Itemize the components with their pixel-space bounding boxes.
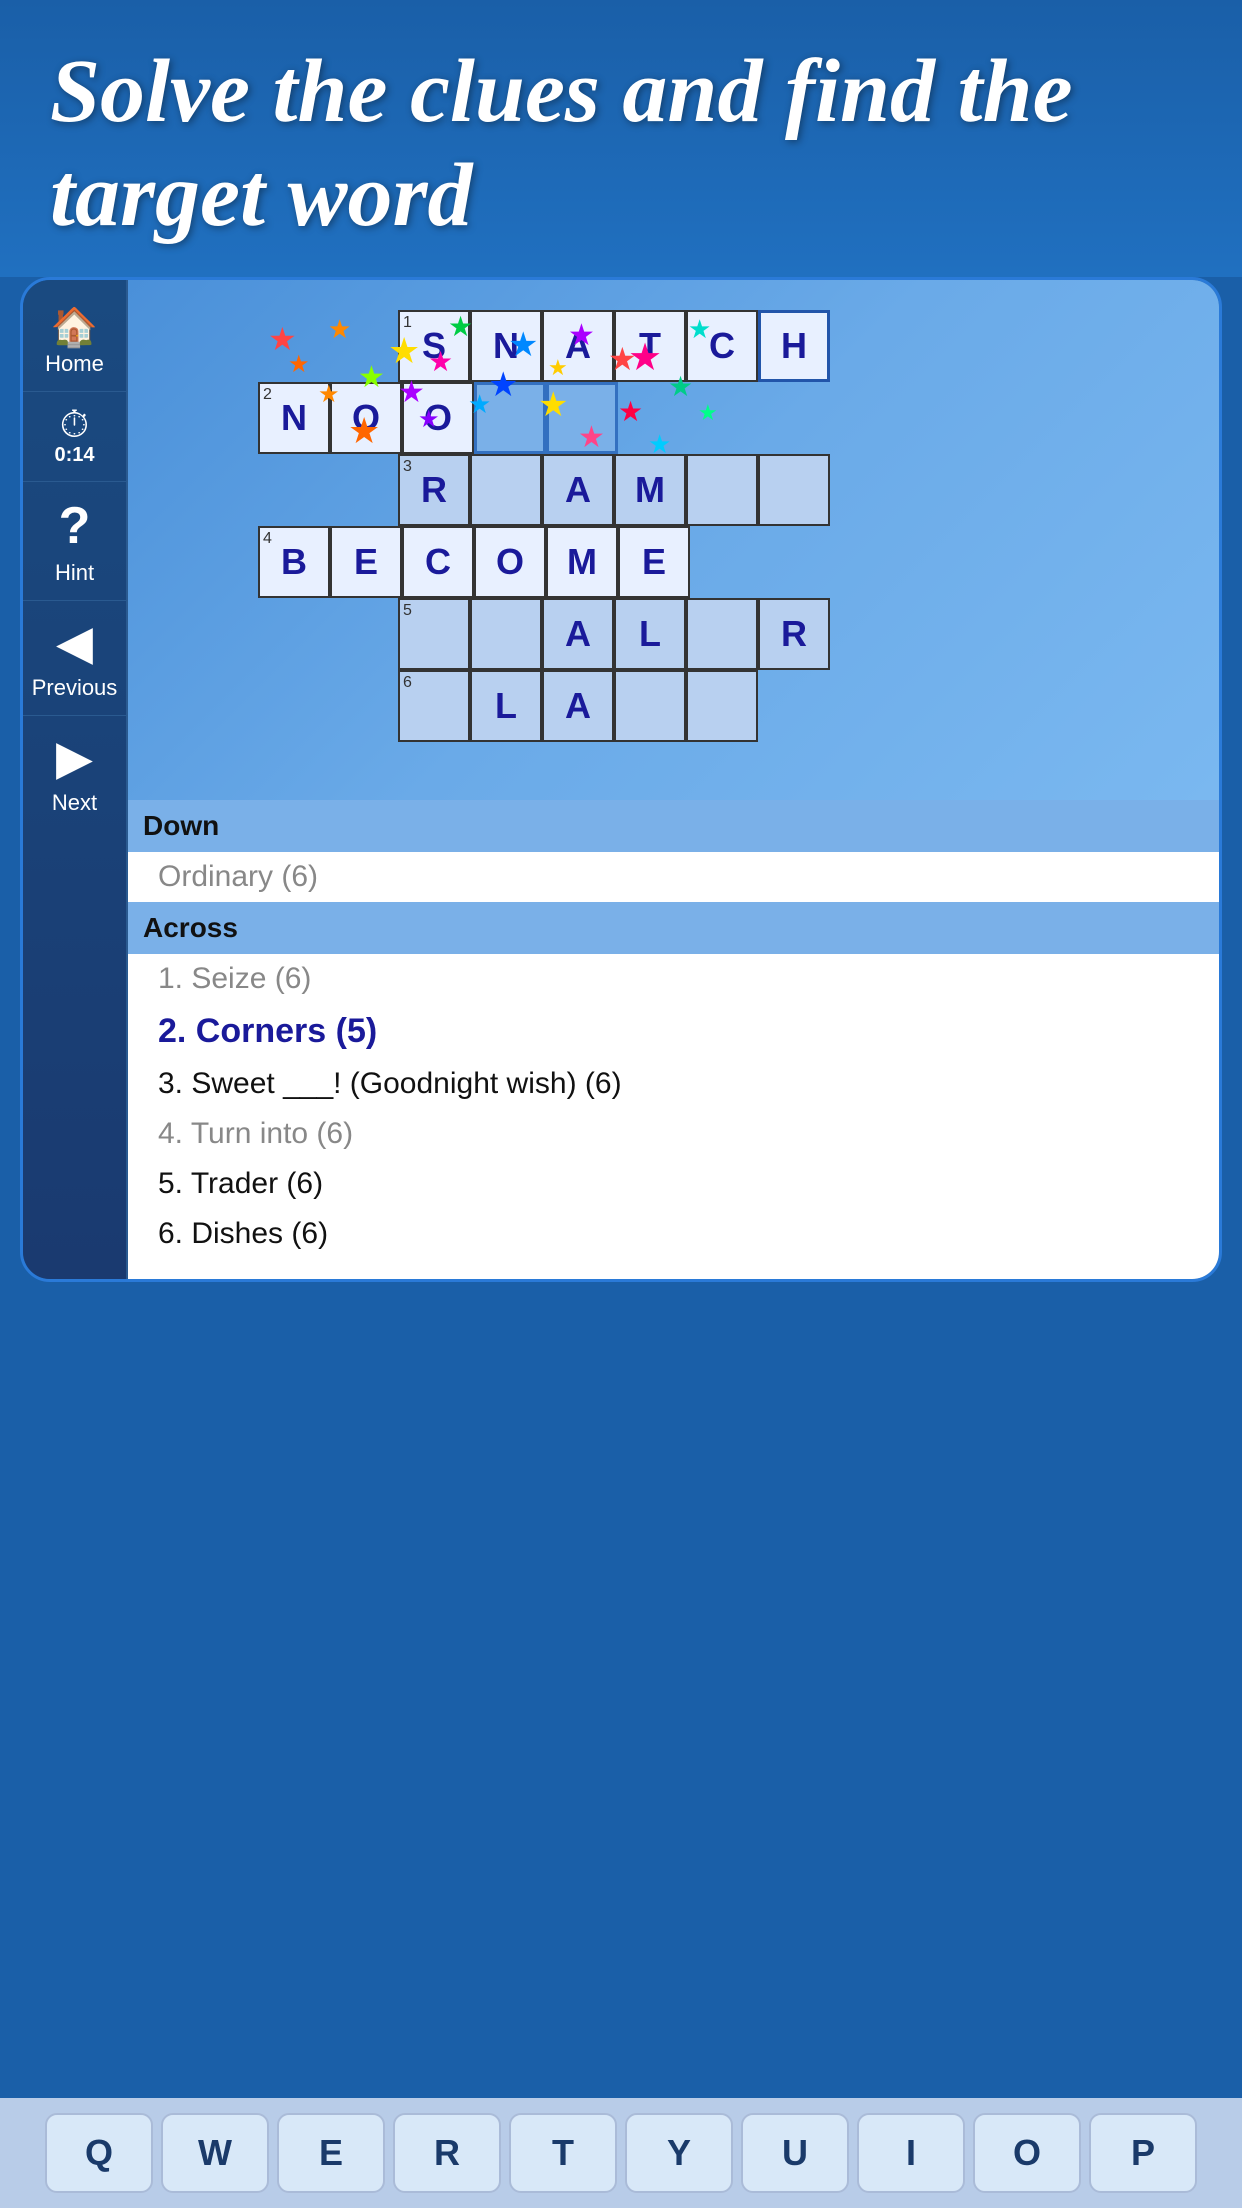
cell-4-5[interactable]: M (546, 526, 618, 598)
cell-2-3[interactable]: O (402, 382, 474, 454)
grid-row-4: 4 B E C O M E (258, 526, 830, 598)
crossword-area: ★ ★ ★ ★ ★ ★ ★ ★ ★ ★ ★ ★ ★ ★ ★ ★ ★ (128, 280, 1219, 800)
next-label: Next (52, 790, 97, 816)
sidebar-item-home[interactable]: 🏠 Home (23, 295, 126, 392)
cell-5-2[interactable] (470, 598, 542, 670)
game-body: 🏠 Home ⏱ 0:14 ? Hint ◀ Previous ▶ Next (23, 280, 1219, 1279)
cell-3-6[interactable] (758, 454, 830, 526)
crossword-grid: 1 S N A T C H 2 N (258, 310, 830, 742)
grid-row-1: 1 S N A T C H (398, 310, 830, 382)
cell-2-1[interactable]: 2 N (258, 382, 330, 454)
grid-row-2: 2 N O O (258, 382, 830, 454)
cell-3-1[interactable]: 3 R (398, 454, 470, 526)
cell-6-5[interactable] (686, 670, 758, 742)
key-t[interactable]: T (509, 2113, 617, 2193)
cell-1-4[interactable]: T (614, 310, 686, 382)
cell-2-2[interactable]: O (330, 382, 402, 454)
cell-4-1[interactable]: 4 B (258, 526, 330, 598)
cell-4-6[interactable]: E (618, 526, 690, 598)
cell-5-4[interactable]: L (614, 598, 686, 670)
sidebar-item-previous[interactable]: ◀ Previous (23, 601, 126, 716)
cell-2-4[interactable] (474, 382, 546, 454)
cell-3-3[interactable]: A (542, 454, 614, 526)
grid-row-6: 6 L A (398, 670, 830, 742)
sidebar: 🏠 Home ⏱ 0:14 ? Hint ◀ Previous ▶ Next (23, 280, 128, 1279)
sidebar-item-next[interactable]: ▶ Next (23, 716, 126, 830)
key-r[interactable]: R (393, 2113, 501, 2193)
grid-row-3: 3 R A M (398, 454, 830, 526)
header: Solve the clues and find the target word (0, 0, 1242, 277)
sidebar-item-timer: ⏱ 0:14 (23, 392, 126, 482)
game-container: 🏠 Home ⏱ 0:14 ? Hint ◀ Previous ▶ Next (20, 277, 1222, 1282)
cell-6-1[interactable]: 6 (398, 670, 470, 742)
clue-down-1[interactable]: Ordinary (6) (148, 852, 1199, 902)
cell-6-3[interactable]: A (542, 670, 614, 742)
clue-across-3[interactable]: 3. Sweet ___! (Goodnight wish) (6) (148, 1059, 1199, 1109)
key-w[interactable]: W (161, 2113, 269, 2193)
cell-3-4[interactable]: M (614, 454, 686, 526)
cell-number: 4 (263, 530, 272, 548)
cell-6-4[interactable] (614, 670, 686, 742)
previous-icon: ◀ (56, 615, 93, 671)
next-icon: ▶ (56, 730, 93, 786)
key-i[interactable]: I (857, 2113, 965, 2193)
previous-label: Previous (32, 675, 118, 701)
cell-number: 1 (403, 314, 412, 332)
cell-number: 3 (403, 458, 412, 476)
cell-number: 5 (403, 602, 412, 620)
key-p[interactable]: P (1089, 2113, 1197, 2193)
cell-1-6[interactable]: H (758, 310, 830, 382)
cell-3-2[interactable] (470, 454, 542, 526)
keyboard: Q W E R T Y U I O P (0, 2098, 1242, 2208)
hint-icon: ? (59, 496, 91, 556)
clue-across-4[interactable]: 4. Turn into (6) (148, 1109, 1199, 1159)
cell-6-2[interactable]: L (470, 670, 542, 742)
cell-1-3[interactable]: A (542, 310, 614, 382)
cell-5-1[interactable]: 5 (398, 598, 470, 670)
cell-4-2[interactable]: E (330, 526, 402, 598)
cell-4-4[interactable]: O (474, 526, 546, 598)
grid-row-5: 5 A L R (398, 598, 830, 670)
across-header: Across (128, 902, 1219, 954)
key-u[interactable]: U (741, 2113, 849, 2193)
down-header: Down (128, 800, 1219, 852)
cell-number: 2 (263, 386, 272, 404)
cell-number: 6 (403, 674, 412, 692)
sidebar-item-hint[interactable]: ? Hint (23, 482, 126, 601)
key-q[interactable]: Q (45, 2113, 153, 2193)
cell-1-1[interactable]: 1 S (398, 310, 470, 382)
cell-3-5[interactable] (686, 454, 758, 526)
clue-across-6[interactable]: 6. Dishes (6) (148, 1209, 1199, 1259)
key-y[interactable]: Y (625, 2113, 733, 2193)
cell-1-5[interactable]: C (686, 310, 758, 382)
timer-value: 0:14 (54, 444, 94, 467)
home-icon: 🏠 (51, 309, 98, 347)
header-title: Solve the clues and find the target word (50, 40, 1192, 247)
key-o[interactable]: O (973, 2113, 1081, 2193)
clue-across-5[interactable]: 5. Trader (6) (148, 1159, 1199, 1209)
cell-5-6[interactable]: R (758, 598, 830, 670)
clue-across-1[interactable]: 1. Seize (6) (148, 954, 1199, 1004)
cell-5-3[interactable]: A (542, 598, 614, 670)
cell-5-5[interactable] (686, 598, 758, 670)
cell-1-2[interactable]: N (470, 310, 542, 382)
key-e[interactable]: E (277, 2113, 385, 2193)
home-label: Home (45, 351, 104, 377)
hint-label: Hint (55, 560, 94, 586)
clues-area: Down Ordinary (6) Across 1. Seize (6) 2.… (128, 800, 1219, 1279)
clue-across-2[interactable]: 2. Corners (5) (148, 1004, 1199, 1059)
timer-icon: ⏱ (60, 406, 90, 444)
cell-2-5[interactable] (546, 382, 618, 454)
cell-4-3[interactable]: C (402, 526, 474, 598)
